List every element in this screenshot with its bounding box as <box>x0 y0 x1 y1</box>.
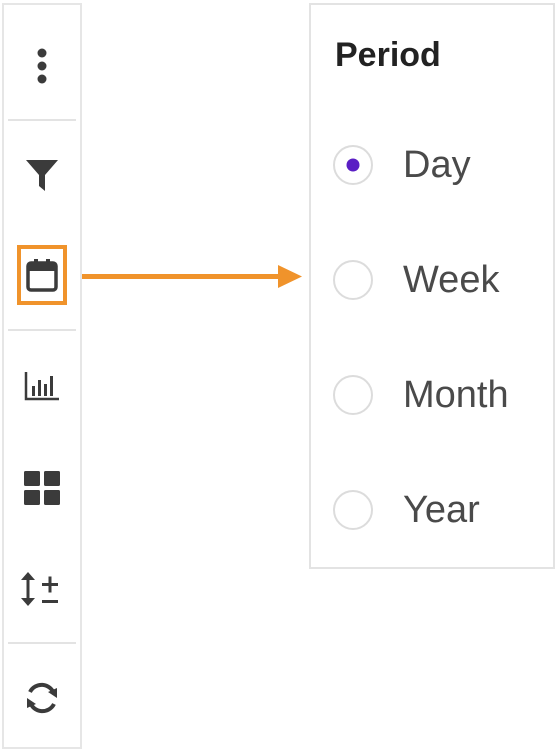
option-label: Day <box>403 143 471 186</box>
radio-button[interactable] <box>333 490 373 530</box>
chart-button[interactable] <box>24 371 60 401</box>
option-label: Year <box>403 488 480 531</box>
vertical-toolbar <box>2 3 82 749</box>
sort-order-button[interactable] <box>19 569 65 609</box>
more-options-button[interactable] <box>35 46 49 86</box>
bar-chart-icon <box>24 372 59 401</box>
option-label: Month <box>403 373 509 416</box>
radio-option-month[interactable]: Month <box>333 370 509 420</box>
panel-title: Period <box>335 36 441 74</box>
toolbar-divider <box>8 119 76 121</box>
callout-arrow <box>82 265 302 288</box>
more-options-icon <box>37 48 47 84</box>
toolbar-divider <box>8 642 76 644</box>
refresh-icon <box>27 682 57 714</box>
refresh-button[interactable] <box>24 679 60 717</box>
filter-button[interactable] <box>25 158 59 194</box>
sort-order-icon <box>21 572 58 606</box>
radio-button[interactable] <box>333 260 373 300</box>
grid-view-button[interactable] <box>24 471 60 505</box>
filter-icon <box>26 160 58 191</box>
radio-button[interactable] <box>333 375 373 415</box>
radio-option-week[interactable]: Week <box>333 255 499 305</box>
radio-option-day[interactable]: Day <box>333 140 471 190</box>
toolbar-divider <box>8 329 76 331</box>
grid-view-icon <box>24 471 60 505</box>
calendar-icon <box>26 259 58 292</box>
radio-option-year[interactable]: Year <box>333 485 480 535</box>
option-label: Week <box>403 258 500 301</box>
radio-button-selected[interactable] <box>333 145 373 185</box>
calendar-button[interactable] <box>17 245 67 305</box>
period-panel: Period Day Week Month Year <box>309 3 555 569</box>
